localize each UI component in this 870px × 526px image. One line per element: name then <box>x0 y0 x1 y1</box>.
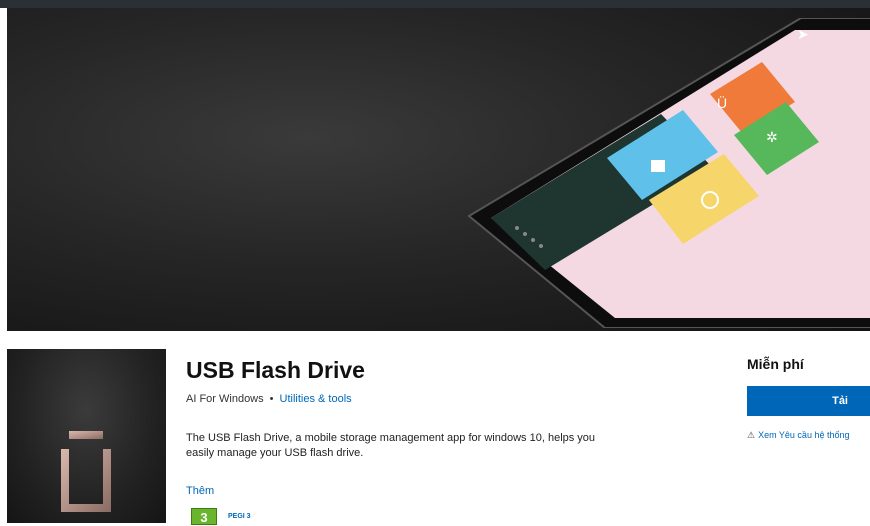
system-requirements-link[interactable]: ⚠ Xem Yêu cầu hệ thống <box>747 430 849 441</box>
publisher-label: AI For Windows <box>186 393 264 405</box>
system-requirements-label[interactable]: Xem Yêu cầu hệ thống <box>758 430 849 440</box>
app-icon <box>7 349 166 523</box>
pointer-icon: ➤ <box>797 26 809 42</box>
app-description: The USB Flash Drive, a mobile storage ma… <box>186 432 596 459</box>
separator-dot: • <box>269 393 274 405</box>
u-drive-icon: Ü <box>717 94 727 111</box>
pegi-rating-link[interactable]: PEGI 3 <box>228 513 251 520</box>
hero-banner: Ü ✲ ➤ <box>7 8 870 331</box>
category-link[interactable]: Utilities & tools <box>280 393 352 405</box>
get-button[interactable]: Tải <box>747 386 870 416</box>
window-top-bar <box>0 0 870 8</box>
pegi-rating-icon: 3 <box>191 508 217 525</box>
tablet-screenshot: Ü ✲ <box>467 18 870 328</box>
drive-icon <box>651 160 665 172</box>
app-title: USB Flash Drive <box>186 357 365 383</box>
more-link[interactable]: Thêm <box>186 485 214 497</box>
warning-icon: ⚠ <box>747 430 756 440</box>
price-label: Miễn phí <box>747 356 804 372</box>
gear-icon: ✲ <box>766 130 778 146</box>
app-meta: AI For Windows • Utilities & tools <box>186 393 352 405</box>
